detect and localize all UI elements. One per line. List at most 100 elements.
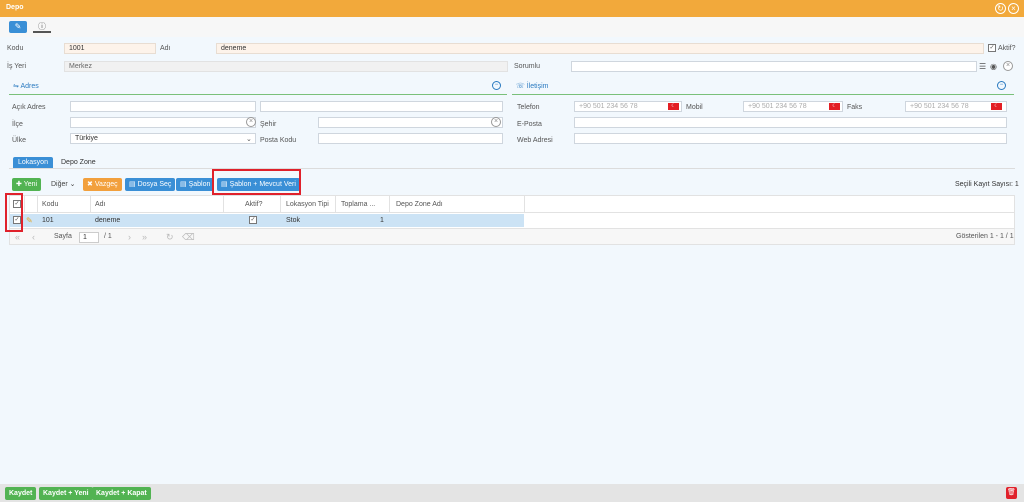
cell-adi: deneme xyxy=(95,217,121,224)
sehir-input[interactable] xyxy=(318,117,503,128)
yeni-label: Yeni xyxy=(23,181,38,188)
kodu-input[interactable]: 1001 xyxy=(64,43,156,54)
list-icon[interactable]: ☰ xyxy=(979,62,986,71)
col-separator xyxy=(90,196,91,213)
sablon-button[interactable]: ▤ Şablon xyxy=(176,178,215,191)
faks-label: Faks xyxy=(847,104,863,111)
grid-header: ✓ Kodu Adı Aktif? Lokasyon Tipi Toplama … xyxy=(10,196,1014,213)
view-icon[interactable]: ◉ xyxy=(990,62,997,71)
ilce-input[interactable] xyxy=(70,117,256,128)
aktif-checkbox[interactable]: ✓ xyxy=(988,44,996,52)
acik-adres-label: Açık Adres xyxy=(12,104,46,111)
cell-toplama: 1 xyxy=(380,217,384,224)
adres-collapse-icon[interactable]: − xyxy=(492,81,501,90)
cell-lokasyon-tipi: Stok xyxy=(286,217,301,224)
form-footer: Kaydet Kaydet + Yeni Kaydet + Kapat 🗑 xyxy=(0,484,1024,502)
isyeri-label: İş Yeri xyxy=(7,63,27,70)
prev-page-icon[interactable]: ‹ xyxy=(32,232,35,242)
kaydet-kapat-button[interactable]: Kaydet + Kapat xyxy=(92,487,151,500)
eposta-input[interactable] xyxy=(574,117,1007,128)
aktif-label: Aktif? xyxy=(998,45,1016,52)
lokasyon-grid: ✓ Kodu Adı Aktif? Lokasyon Tipi Toplama … xyxy=(9,195,1015,245)
sehir-clear-icon[interactable]: × xyxy=(491,117,501,127)
refresh-icon[interactable]: ↻ xyxy=(995,3,1006,14)
close-icon[interactable]: × xyxy=(1008,3,1019,14)
ilce-label: İlçe xyxy=(12,121,23,128)
ulke-dropdown-icon[interactable]: ⌄ xyxy=(246,135,252,143)
edit-icon[interactable]: ✎ xyxy=(9,21,27,33)
adres-section-title: ⇋ Adres xyxy=(13,83,39,90)
adi-input[interactable]: deneme xyxy=(216,43,984,54)
col-separator xyxy=(524,196,525,213)
window-title: Depo xyxy=(6,4,24,11)
eraser-icon[interactable]: ⌫ xyxy=(182,232,195,243)
iletisim-title-text: İletişim xyxy=(526,83,549,90)
web-input[interactable] xyxy=(574,133,1007,144)
col-aktif[interactable]: Aktif? xyxy=(245,196,263,213)
mobil-input[interactable]: +90 501 234 56 78 xyxy=(743,101,843,112)
last-page-icon[interactable]: » xyxy=(142,232,147,242)
cell-aktif-checkbox[interactable]: ✓ xyxy=(249,216,257,224)
refresh-grid-icon[interactable]: ↻ xyxy=(166,232,174,243)
kodu-label: Kodu xyxy=(7,45,24,52)
form-toolstrip: ✎ ⓘ xyxy=(0,17,1024,37)
page-label: Sayfa xyxy=(54,233,72,240)
diger-label: Diğer xyxy=(51,181,68,188)
sehir-label: Şehir xyxy=(260,121,277,128)
vazgec-button[interactable]: ✖ Vazgeç xyxy=(83,178,122,191)
sorumlu-clear-icon[interactable]: × xyxy=(1003,61,1013,71)
col-adi[interactable]: Adı xyxy=(95,196,106,213)
mobil-label: Mobil xyxy=(686,104,703,111)
col-toplama[interactable]: Toplama ... xyxy=(341,196,375,213)
kaydet-yeni-button[interactable]: Kaydet + Yeni xyxy=(39,487,93,500)
info-icon[interactable]: ⓘ xyxy=(33,21,51,33)
row-edit-icon[interactable]: ✎ xyxy=(26,214,33,227)
adres-divider xyxy=(9,94,507,95)
col-separator xyxy=(24,196,25,213)
selected-count: Seçili Kayıt Sayısı: 1 xyxy=(955,181,1019,188)
kaydet-button[interactable]: Kaydet xyxy=(5,487,37,500)
yeni-button[interactable]: ✚ Yeni xyxy=(12,178,42,191)
acik-adres-input-1[interactable] xyxy=(70,101,256,112)
next-page-icon[interactable]: › xyxy=(128,232,131,242)
first-page-icon[interactable]: « xyxy=(15,232,20,242)
tr-flag-icon[interactable]: ☾ xyxy=(829,103,840,110)
ulke-select[interactable]: Türkiye xyxy=(70,133,256,144)
telefon-input[interactable]: +90 501 234 56 78 xyxy=(574,101,682,112)
col-depo-zone[interactable]: Depo Zone Adı xyxy=(396,196,443,213)
delete-icon[interactable]: 🗑 xyxy=(1006,487,1017,499)
ulke-label: Ülke xyxy=(12,137,27,144)
diger-dropdown[interactable]: Diğer ⌄ xyxy=(47,178,80,191)
dosya-sec-label: Dosya Seç xyxy=(137,181,172,188)
posta-kodu-input[interactable] xyxy=(318,133,503,144)
iletisim-collapse-icon[interactable]: − xyxy=(997,81,1006,90)
col-separator xyxy=(389,196,390,213)
telefon-label: Telefon xyxy=(517,104,540,111)
sorumlu-label: Sorumlu xyxy=(514,63,541,70)
isyeri-input: Merkez xyxy=(64,61,508,72)
tr-flag-icon[interactable]: ☾ xyxy=(991,103,1002,110)
vazgec-label: Vazgeç xyxy=(94,181,118,188)
col-separator xyxy=(37,196,38,213)
eposta-label: E-Posta xyxy=(517,121,542,128)
sablon-label: Şablon xyxy=(188,181,211,188)
page-input[interactable]: 1 xyxy=(79,232,99,243)
col-separator xyxy=(223,196,224,213)
adres-title-text: Adres xyxy=(20,83,39,90)
dosya-sec-button[interactable]: ▤ Dosya Seç xyxy=(125,178,176,191)
sorumlu-input[interactable] xyxy=(571,61,977,72)
tabs-divider xyxy=(9,168,1015,169)
tr-flag-icon[interactable]: ☾ xyxy=(668,103,679,110)
highlight-box-sablon xyxy=(212,169,301,195)
adi-label: Adı xyxy=(160,45,171,52)
acik-adres-input-2[interactable] xyxy=(260,101,503,112)
page-total: / 1 xyxy=(104,233,112,240)
ilce-clear-icon[interactable]: × xyxy=(246,117,256,127)
iletisim-section-title: ☏ İletişim xyxy=(516,83,549,90)
iletisim-divider xyxy=(512,94,1014,95)
table-row[interactable]: ✓ ✎ 101 deneme ✓ Stok 1 xyxy=(10,214,524,227)
col-lokasyon-tipi[interactable]: Lokasyon Tipi xyxy=(286,196,329,213)
pager-showing: Gösterilen 1 - 1 / 1 xyxy=(956,233,1014,240)
web-label: Web Adresi xyxy=(517,137,553,144)
col-kodu[interactable]: Kodu xyxy=(42,196,58,213)
